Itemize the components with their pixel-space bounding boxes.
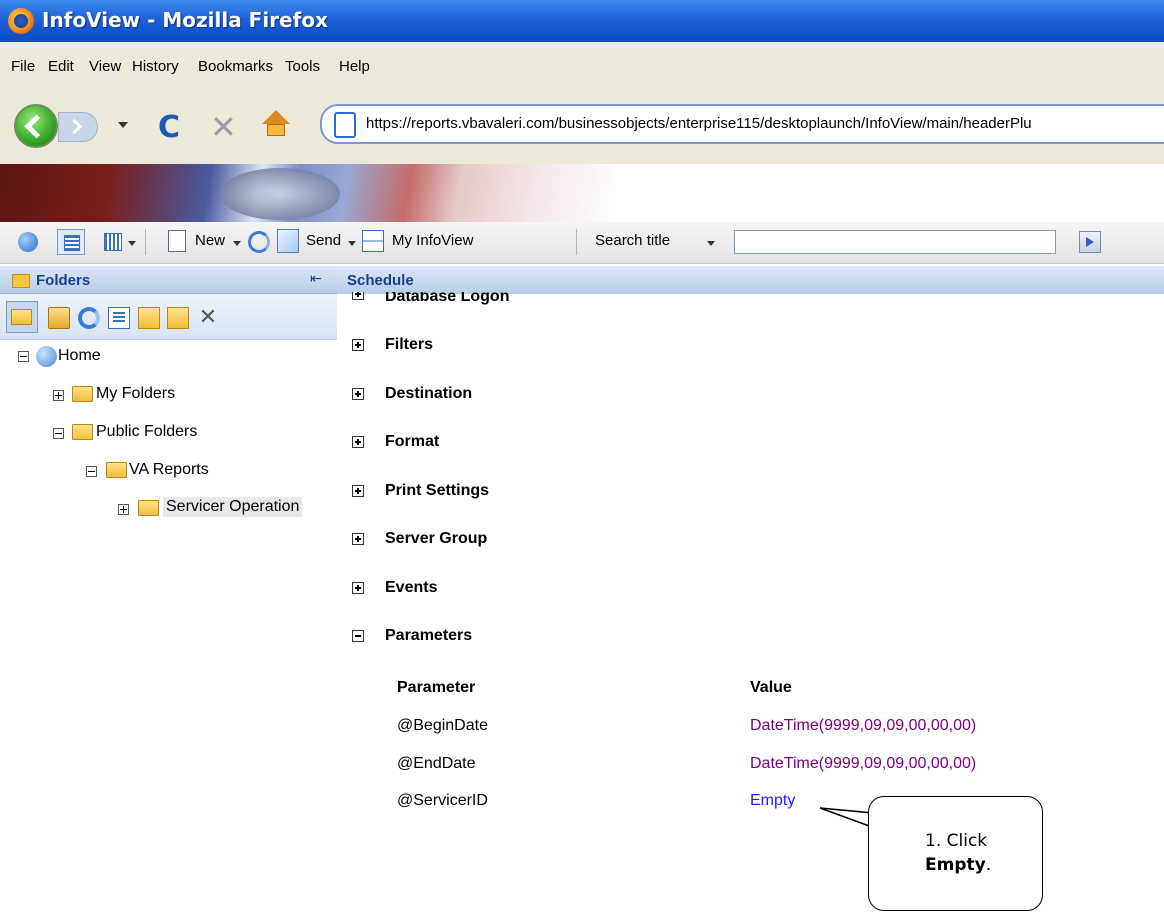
section-database-logon[interactable]: Database Logon xyxy=(385,292,509,306)
list-view-toggle[interactable] xyxy=(57,229,85,255)
menu-edit[interactable]: Edit xyxy=(48,58,74,75)
folders-panel-title: Folders xyxy=(36,272,91,289)
section-parameters[interactable]: Parameters xyxy=(385,627,472,645)
refresh-folders-icon[interactable] xyxy=(78,307,100,329)
public-folders-collapse-toggle[interactable] xyxy=(53,428,64,439)
details-view-icon[interactable] xyxy=(104,233,122,251)
tree-item-my-folders[interactable]: My Folders xyxy=(96,385,175,403)
database-logon-expand-toggle[interactable] xyxy=(352,292,364,300)
section-events[interactable]: Events xyxy=(385,579,437,597)
new-button[interactable]: New xyxy=(195,232,225,249)
view-dropdown-icon[interactable] xyxy=(128,241,136,246)
home-collapse-toggle[interactable] xyxy=(18,351,29,362)
param-value-servicer-id-link[interactable]: Empty xyxy=(750,792,795,810)
param-value-end-date[interactable]: DateTime(9999,09,09,00,00,00) xyxy=(750,755,976,773)
send-icon[interactable] xyxy=(277,229,299,253)
seal-image xyxy=(220,168,340,220)
home-globe-icon xyxy=(36,346,57,367)
scrolled-section-clip: Database Logon xyxy=(337,292,1164,316)
callout-target-bold: Empty xyxy=(925,855,986,875)
page-icon xyxy=(334,112,356,138)
url-text[interactable]: https://reports.vbavaleri.com/businessob… xyxy=(366,115,1032,132)
events-expand-toggle[interactable] xyxy=(352,582,364,594)
collapse-panel-icon[interactable]: ⇤ xyxy=(310,271,322,287)
format-expand-toggle[interactable] xyxy=(352,436,364,448)
header-banner xyxy=(0,164,1164,222)
va-reports-collapse-toggle[interactable] xyxy=(86,466,97,477)
param-name-end-date: @EndDate xyxy=(397,755,476,772)
param-name-servicer-id: @ServicerID xyxy=(397,792,488,809)
url-bar[interactable]: https://reports.vbavaleri.com/businessob… xyxy=(320,104,1164,144)
column-header-value: Value xyxy=(750,679,792,696)
section-print-settings[interactable]: Print Settings xyxy=(385,482,489,500)
schedule-panel-header: Schedule xyxy=(337,266,1164,294)
servicer-operation-expand-toggle[interactable] xyxy=(118,504,129,515)
servicer-operation-folder-icon xyxy=(138,500,159,516)
delete-icon[interactable]: ✕ xyxy=(197,307,219,329)
section-filters[interactable]: Filters xyxy=(385,336,433,354)
menu-bookmarks[interactable]: Bookmarks xyxy=(198,58,273,75)
menu-help[interactable]: Help xyxy=(339,58,370,75)
back-button[interactable] xyxy=(14,104,58,148)
window-title: InfoView - Mozilla Firefox xyxy=(42,8,328,32)
stop-icon[interactable]: ✕ xyxy=(210,108,237,146)
parameters-collapse-toggle[interactable] xyxy=(352,630,364,642)
forward-button[interactable] xyxy=(58,112,98,142)
destination-expand-toggle[interactable] xyxy=(352,388,364,400)
folder-icon xyxy=(12,274,30,288)
properties-icon[interactable] xyxy=(108,307,130,329)
callout-target-text: Empty. xyxy=(925,855,991,875)
column-header-parameter: Parameter xyxy=(397,679,476,696)
menu-file[interactable]: File xyxy=(11,58,35,75)
my-folders-expand-toggle[interactable] xyxy=(53,390,64,401)
tree-item-va-reports[interactable]: VA Reports xyxy=(129,461,209,479)
search-scope-dropdown[interactable]: Search title xyxy=(595,232,670,249)
my-infoview-icon[interactable] xyxy=(362,230,384,252)
new-dropdown-icon[interactable] xyxy=(233,241,241,246)
tree-item-home[interactable]: Home xyxy=(58,347,101,365)
section-server-group[interactable]: Server Group xyxy=(385,530,487,548)
reload-icon[interactable]: C xyxy=(158,110,180,145)
callout-box: 1. Click Empty. xyxy=(868,796,1043,911)
print-settings-expand-toggle[interactable] xyxy=(352,485,364,497)
search-scope-caret-icon[interactable] xyxy=(707,241,715,246)
menu-bar: File Edit View History Bookmarks Tools H… xyxy=(0,42,1164,88)
send-button[interactable]: Send xyxy=(306,232,341,249)
tree-item-servicer-operation[interactable]: Servicer Operation xyxy=(163,497,303,517)
callout-joint-mask xyxy=(917,817,920,849)
categories-icon[interactable] xyxy=(48,307,70,329)
send-dropdown-icon[interactable] xyxy=(348,241,356,246)
server-group-expand-toggle[interactable] xyxy=(352,533,364,545)
public-folders-folder-icon xyxy=(72,424,93,440)
filters-expand-toggle[interactable] xyxy=(352,339,364,351)
va-reports-folder-icon xyxy=(106,462,127,478)
section-format[interactable]: Format xyxy=(385,433,439,451)
menu-view[interactable]: View xyxy=(89,58,121,75)
callout-step-text: 1. Click xyxy=(925,831,988,851)
new-document-icon[interactable] xyxy=(168,230,186,252)
window-title-bar: InfoView - Mozilla Firefox xyxy=(0,0,1164,42)
firefox-logo-icon xyxy=(8,8,34,34)
section-destination[interactable]: Destination xyxy=(385,385,472,403)
param-name-begin-date: @BeginDate xyxy=(397,717,488,734)
refresh-icon[interactable] xyxy=(248,231,270,253)
menu-tools[interactable]: Tools xyxy=(285,58,320,75)
callout-target-suffix: . xyxy=(985,855,992,875)
folder-view-toggle[interactable] xyxy=(6,301,38,333)
my-infoview-button[interactable]: My InfoView xyxy=(392,232,473,249)
folders-panel-header: Folders ⇤ xyxy=(0,266,337,294)
menu-history[interactable]: History xyxy=(132,58,179,75)
schedule-panel-title: Schedule xyxy=(347,272,414,289)
move-folder-icon[interactable] xyxy=(138,307,160,329)
globe-home-icon[interactable] xyxy=(18,232,38,252)
my-folders-folder-icon xyxy=(72,386,93,402)
tree-item-public-folders[interactable]: Public Folders xyxy=(96,423,197,441)
search-go-button[interactable] xyxy=(1079,231,1101,253)
param-value-begin-date[interactable]: DateTime(9999,09,09,00,00,00) xyxy=(750,717,976,735)
new-folder-icon[interactable] xyxy=(167,307,189,329)
search-input[interactable] xyxy=(734,230,1056,254)
history-dropdown-icon[interactable] xyxy=(118,122,128,128)
